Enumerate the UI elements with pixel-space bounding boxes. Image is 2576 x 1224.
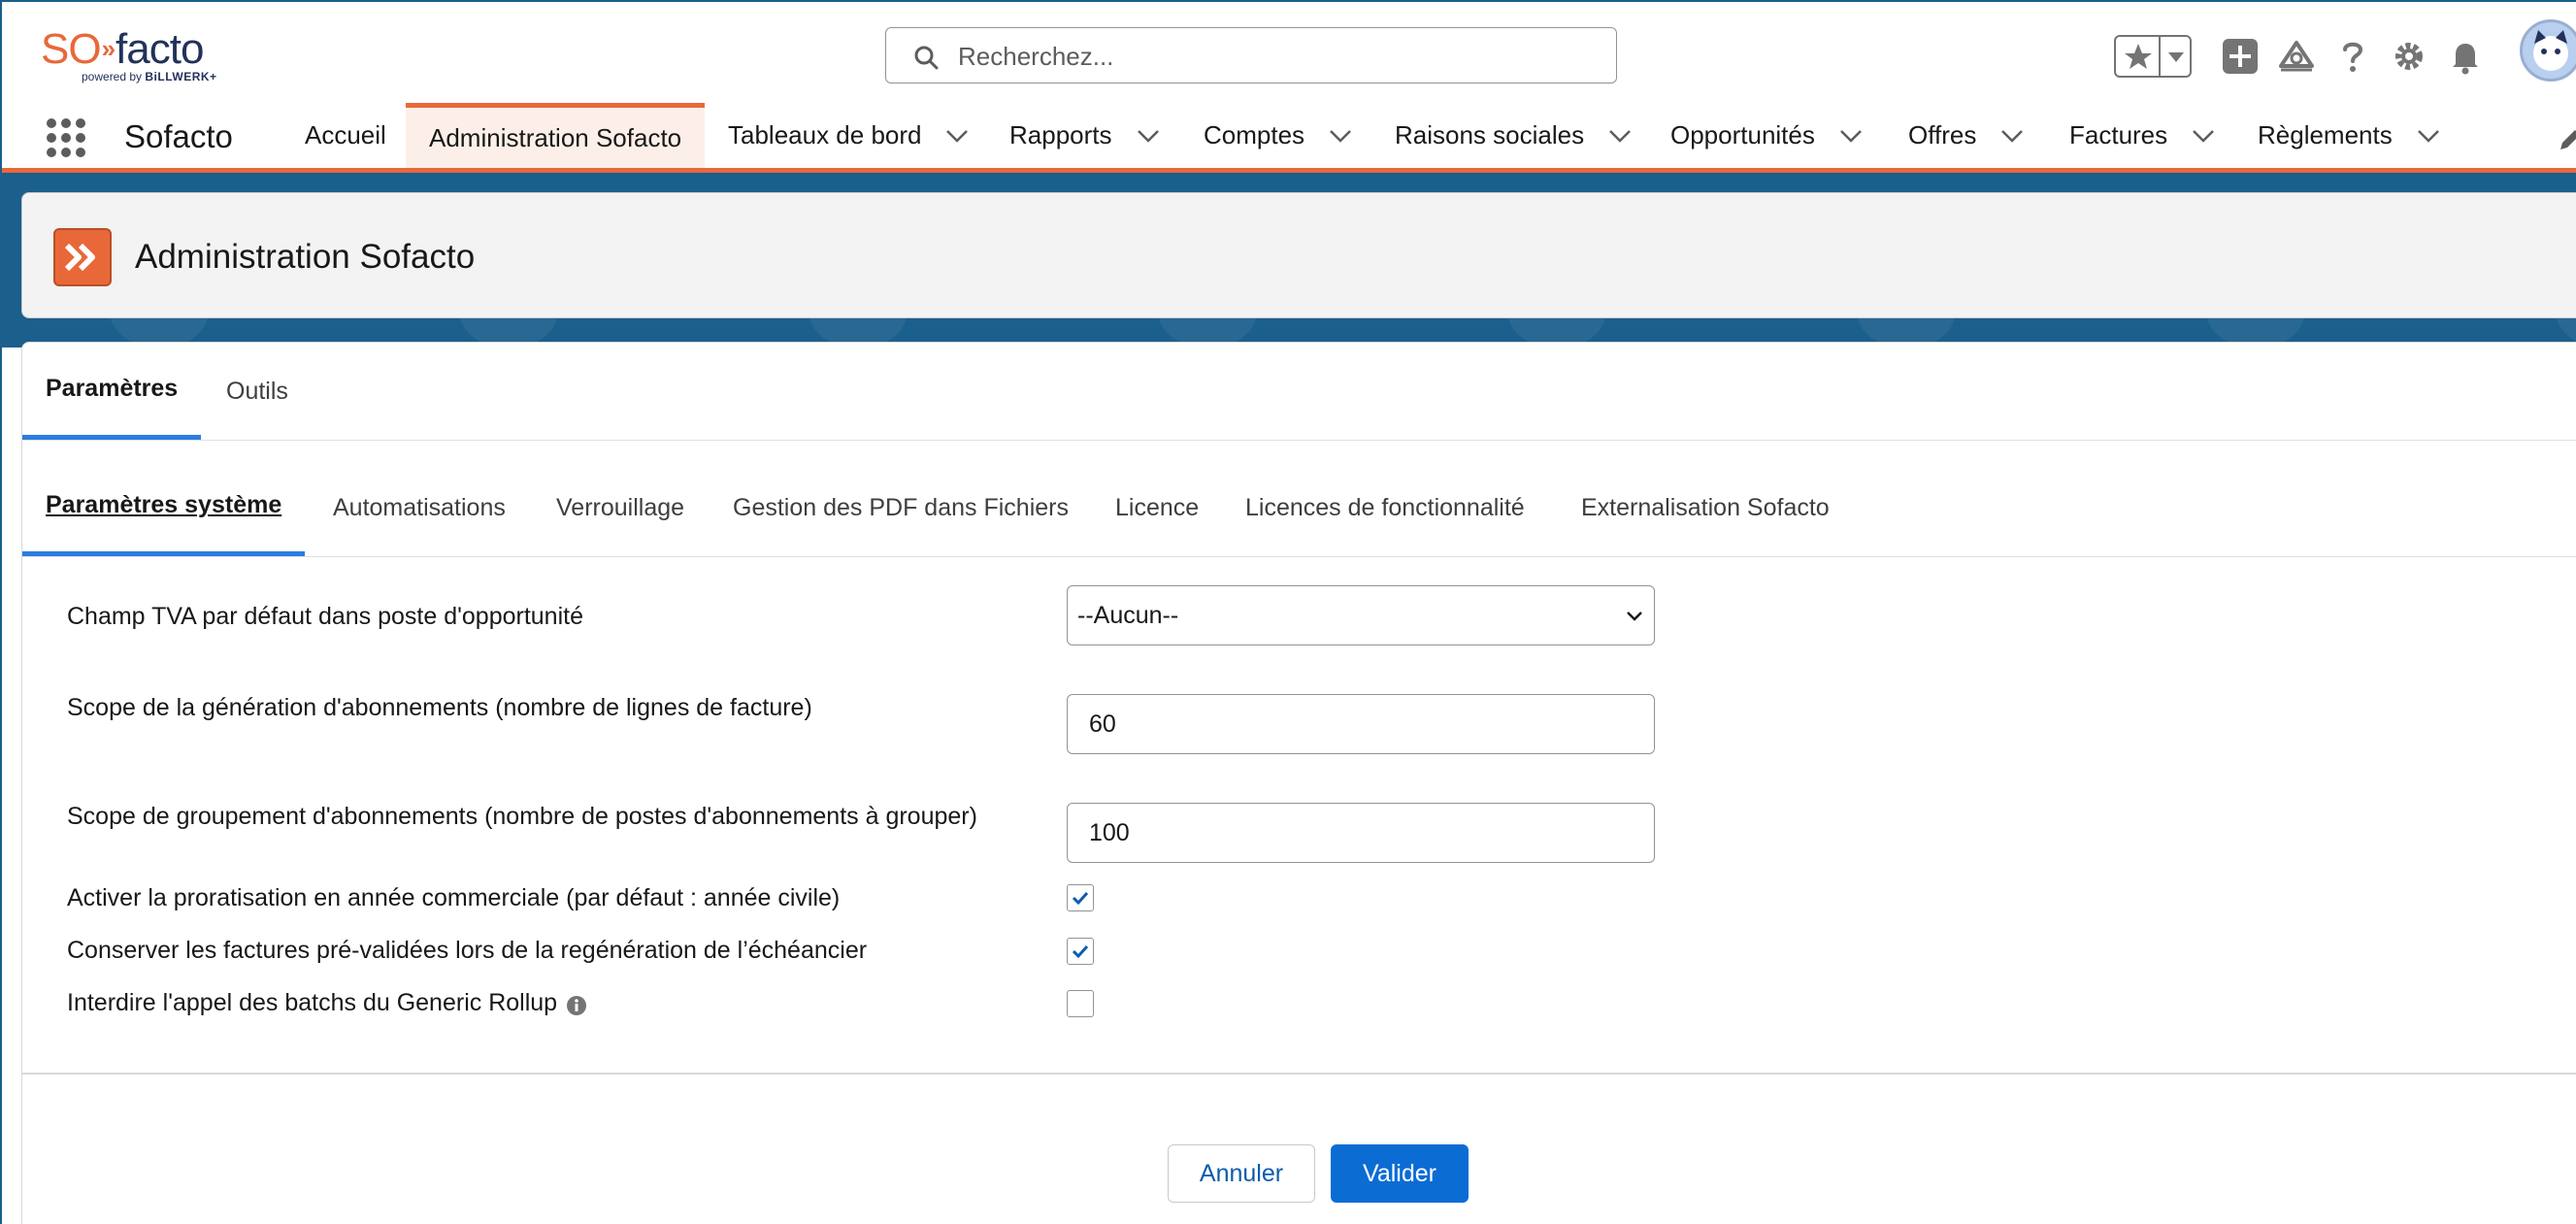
chevron-down-icon[interactable] [2416, 128, 2441, 144]
favorites-separator [2159, 37, 2161, 76]
chevron-down-icon [1627, 612, 1642, 621]
checkmark-icon [1072, 891, 1089, 906]
tab-outils[interactable]: Outils [226, 343, 288, 440]
chevron-down-icon[interactable] [944, 128, 970, 144]
settings-subtabs: Paramètres système Automatisations Verro… [22, 459, 2576, 557]
logo-facto: facto [116, 25, 204, 73]
chevron-down-icon[interactable] [1999, 128, 2025, 144]
subtab-gestion-pdf[interactable]: Gestion des PDF dans Fichiers [733, 459, 1069, 556]
subtab-verrouillage[interactable]: Verrouillage [556, 459, 684, 556]
chevron-down-icon[interactable] [1838, 128, 1864, 144]
app-launcher-icon[interactable] [45, 116, 87, 159]
global-search[interactable] [885, 27, 1617, 83]
star-icon[interactable] [2122, 41, 2155, 72]
settings-card: Paramètres Outils Paramètres système Aut… [21, 342, 2576, 1224]
chevron-down-icon[interactable] [1607, 128, 1633, 144]
submit-button[interactable]: Valider [1331, 1144, 1469, 1203]
main-tabs: Paramètres Outils [22, 343, 2576, 441]
proration-label: Activer la proratisation en année commer… [67, 884, 841, 911]
forbid-batches-checkbox[interactable] [1067, 990, 1094, 1017]
chevron-down-icon[interactable] [2166, 50, 2186, 64]
tab-parametres[interactable]: Paramètres [22, 343, 202, 440]
nav-item-reglements[interactable]: Règlements [2258, 103, 2441, 168]
subtab-licence[interactable]: Licence [1115, 459, 1199, 556]
nav-item-comptes[interactable]: Comptes [1204, 103, 1353, 168]
vat-field-label: Champ TVA par défaut dans poste d'opport… [67, 603, 583, 630]
app-navigation-bar: Sofacto Accueil Administration Sofacto T… [2, 103, 2576, 173]
proration-checkbox[interactable] [1067, 884, 1094, 911]
subtab-automatisations[interactable]: Automatisations [333, 459, 506, 556]
chevron-down-icon[interactable] [1328, 128, 1353, 144]
chevron-down-icon[interactable] [2191, 128, 2216, 144]
forbid-batches-row: Interdire l'appel des batchs du Generic … [67, 989, 587, 1017]
search-input[interactable] [956, 38, 1581, 75]
chevron-down-icon[interactable] [1136, 128, 1161, 144]
keep-invoices-checkbox[interactable] [1067, 938, 1094, 965]
trailhead-icon[interactable] [2275, 35, 2318, 78]
info-icon[interactable] [566, 995, 587, 1016]
logo-chevrons-icon: » [101, 34, 116, 63]
page-title: Administration Sofacto [135, 238, 476, 276]
page-header-icon [53, 228, 112, 286]
keep-invoices-label: Conserver les factures pré-validées lors… [67, 937, 868, 964]
nav-item-offres[interactable]: Offres [1908, 103, 2025, 168]
logo-so: SO [41, 25, 102, 73]
forbid-batches-label: Interdire l'appel des batchs du Generic … [67, 989, 558, 1016]
vat-field-value: --Aucun-- [1077, 602, 1179, 629]
add-icon[interactable] [2219, 35, 2262, 78]
fast-forward-icon [64, 243, 95, 272]
subtab-parametres-systeme[interactable]: Paramètres système [22, 459, 306, 556]
global-header: SO»facto powered by BiLLWERK+ [2, 2, 2576, 103]
footer-divider [22, 1073, 2576, 1075]
logo-powered-by: powered by BiLLWERK+ [82, 70, 217, 83]
search-icon [914, 46, 939, 70]
nav-item-factures[interactable]: Factures [2069, 103, 2216, 168]
gen-scope-input[interactable] [1067, 694, 1655, 754]
subtab-externalisation[interactable]: Externalisation Sofacto [1581, 459, 1830, 556]
edit-nav-pencil-icon[interactable] [2557, 126, 2576, 153]
bell-icon[interactable] [2444, 35, 2487, 78]
nav-item-raisons-sociales[interactable]: Raisons sociales [1395, 103, 1633, 168]
nav-item-opportunites[interactable]: Opportunités [1670, 103, 1864, 168]
favorites-group[interactable] [2114, 35, 2192, 78]
gen-scope-label: Scope de la génération d'abonnements (no… [67, 694, 812, 721]
checkmark-icon [1072, 944, 1089, 959]
nav-item-tableaux-de-bord[interactable]: Tableaux de bord [728, 103, 970, 168]
gear-icon[interactable] [2388, 35, 2430, 78]
app-window: SO»facto powered by BiLLWERK+ Recherchez… [0, 0, 2576, 1224]
nav-item-administration-sofacto[interactable]: Administration Sofacto [406, 103, 706, 168]
nav-item-rapports[interactable]: Rapports [1009, 103, 1161, 168]
vat-field-select[interactable]: --Aucun-- [1067, 585, 1655, 645]
group-scope-label: Scope de groupement d'abonnements (nombr… [67, 803, 977, 830]
nav-item-accueil[interactable]: Accueil [305, 103, 386, 168]
subtab-licences-fonctionnalite[interactable]: Licences de fonctionnalité [1245, 459, 1525, 556]
avatar-icon [2533, 30, 2568, 71]
user-avatar[interactable] [2520, 19, 2576, 82]
group-scope-input[interactable] [1067, 803, 1655, 863]
sofacto-logo[interactable]: SO»facto powered by BiLLWERK+ [41, 27, 245, 87]
page-header: Administration Sofacto [21, 192, 2576, 318]
app-name: Sofacto [124, 118, 233, 154]
cancel-button[interactable]: Annuler [1168, 1144, 1315, 1203]
help-icon[interactable] [2331, 35, 2374, 78]
